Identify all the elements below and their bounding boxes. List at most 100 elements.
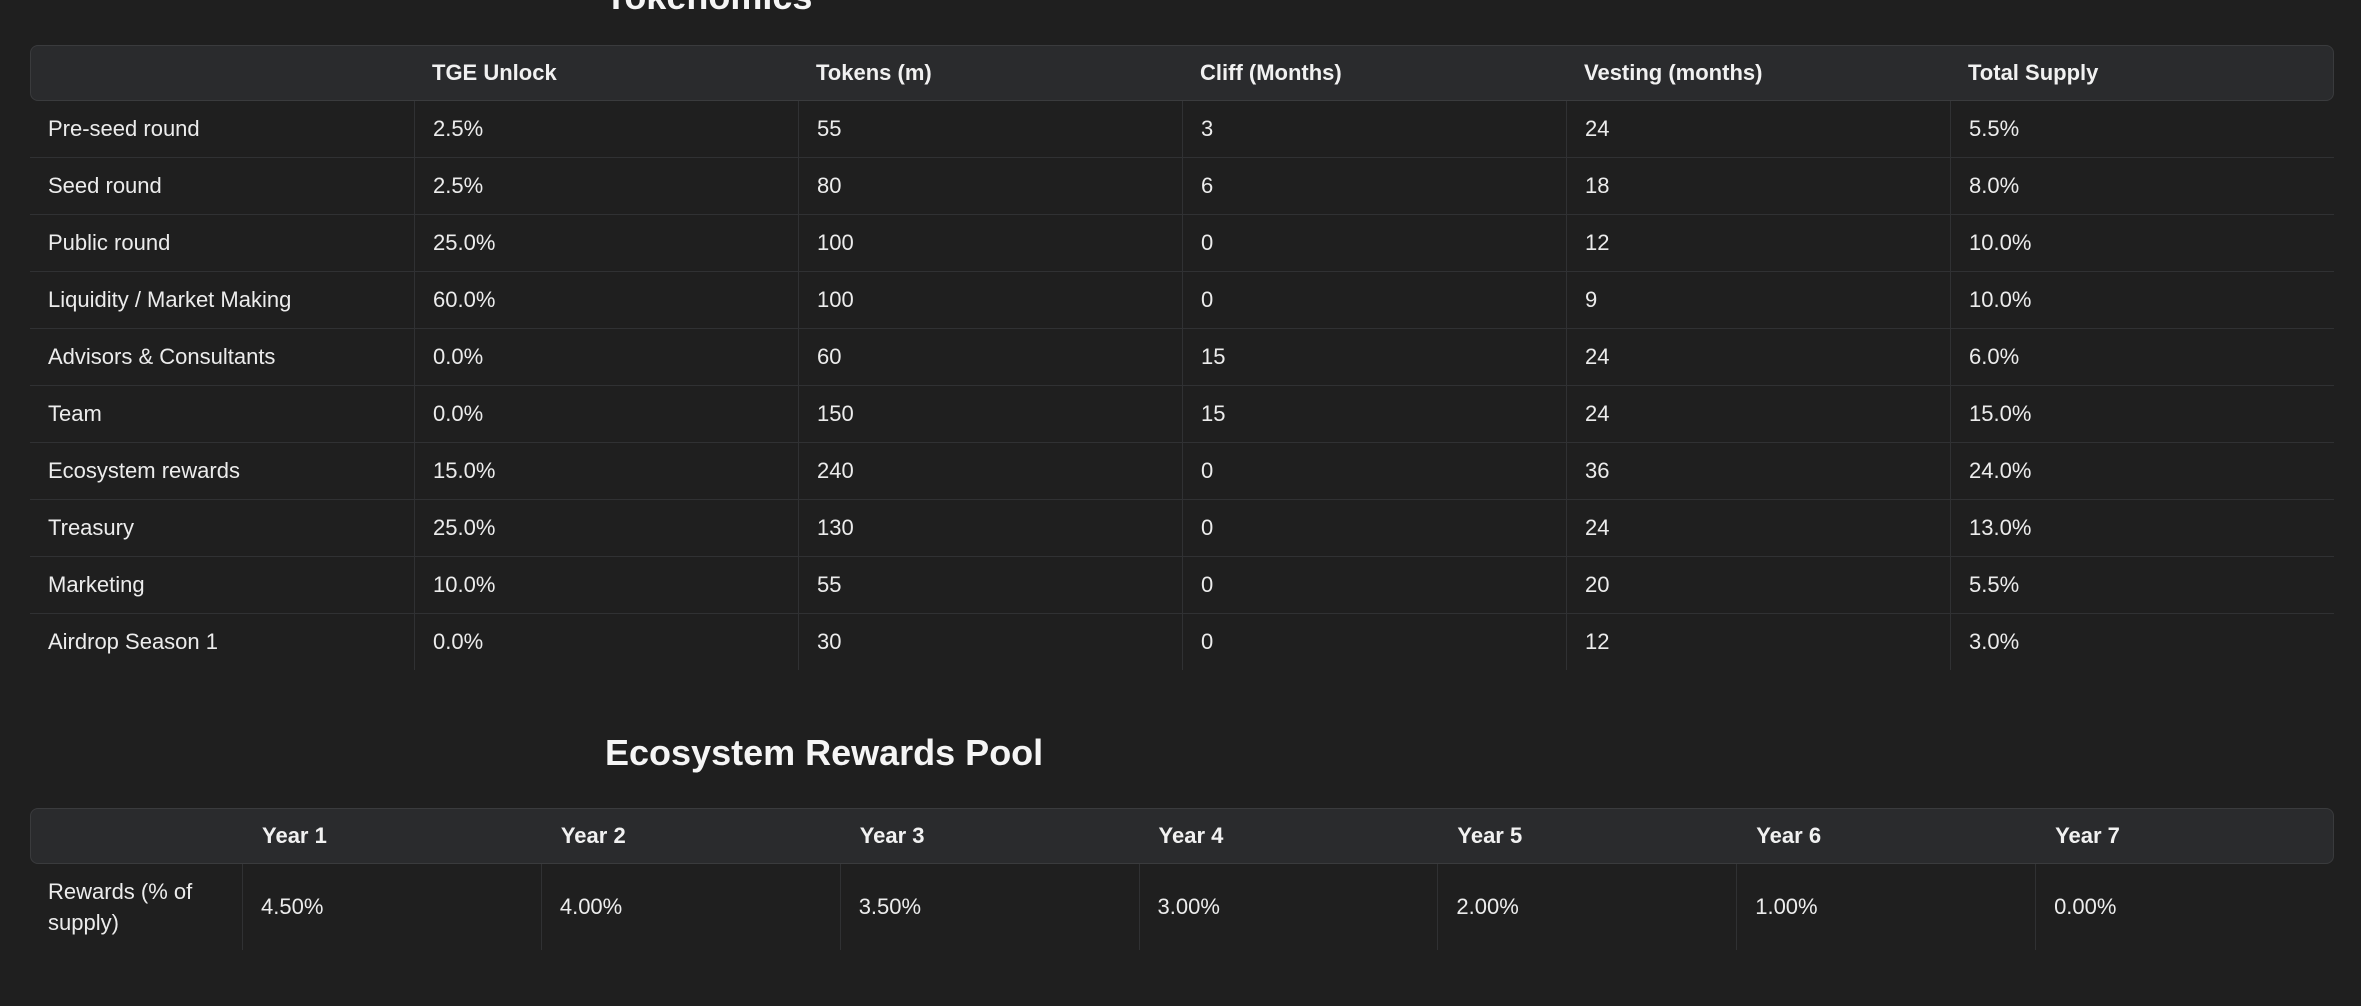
table-cell: 13.0% <box>1950 500 2334 557</box>
table-header-row: TGE Unlock Tokens (m) Cliff (Months) Ves… <box>30 45 2334 101</box>
column-header-year-3: Year 3 <box>839 808 1139 864</box>
table-cell: 2.00% <box>1437 864 1736 950</box>
table-cell: 3 <box>1182 101 1566 158</box>
table-cell: 15 <box>1182 329 1566 386</box>
table-cell: 24 <box>1566 329 1950 386</box>
row-label: Airdrop Season 1 <box>48 629 218 654</box>
table-cell: 5.5% <box>1950 101 2334 158</box>
page: Tokenomics TGE Unlock Tokens (m) Cliff (… <box>0 0 2361 1006</box>
column-header-year-1: Year 1 <box>242 808 541 864</box>
table-cell: 24 <box>1566 386 1950 443</box>
table-cell: 0 <box>1182 500 1566 557</box>
column-header-year-7: Year 7 <box>2035 808 2334 864</box>
table-cell: 8.0% <box>1950 158 2334 215</box>
row-label: Pre-seed round <box>30 101 414 158</box>
row-label: Public round <box>30 215 414 272</box>
table-cell: 0.00% <box>2035 864 2334 950</box>
ecosystem-rewards-table: Year 1 Year 2 Year 3 Year 4 Year 5 Year … <box>30 808 2334 950</box>
table-cell: 5.5% <box>1950 557 2334 614</box>
table-cell: 130 <box>798 500 1182 557</box>
column-header-tge-unlock: TGE Unlock <box>414 45 798 101</box>
table-cell: 24.0% <box>1950 443 2334 500</box>
table-cell: 2.5% <box>414 158 798 215</box>
column-header-year-5: Year 5 <box>1437 808 1737 864</box>
table-cell: 100 <box>798 272 1182 329</box>
table-row: Treasury 25.0% 130 0 24 13.0% <box>30 500 2334 557</box>
tokenomics-table: TGE Unlock Tokens (m) Cliff (Months) Ves… <box>30 45 2334 670</box>
table-cell: 60 <box>798 329 1182 386</box>
table-row: Pre-seed round 2.5% 55 3 24 5.5% <box>30 101 2334 158</box>
table-header-row: Year 1 Year 2 Year 3 Year 4 Year 5 Year … <box>30 808 2334 864</box>
tokenomics-title: Tokenomics <box>605 0 812 15</box>
table-cell: 100 <box>798 215 1182 272</box>
table-cell: 4.00% <box>540 864 840 950</box>
table-cell: 150 <box>798 386 1182 443</box>
column-header-year-6: Year 6 <box>1736 808 2036 864</box>
ecosystem-rewards-title: Ecosystem Rewards Pool <box>605 732 1044 773</box>
table-cell: 24 <box>1566 101 1950 158</box>
column-header-cliff: Cliff (Months) <box>1182 45 1566 101</box>
tokenomics-table-body: Pre-seed round 2.5% 55 3 24 5.5% Seed round 2.5… <box>30 101 2334 670</box>
table-cell: 18 <box>1566 158 1950 215</box>
table-cell: 30 <box>798 614 1182 670</box>
table-cell: 0 <box>1182 215 1566 272</box>
row-label: Rewards (% of supply) <box>48 879 193 935</box>
row-label: Seed round <box>30 158 414 215</box>
table-cell: 4.50% <box>242 864 541 950</box>
table-cell: 0.0% <box>414 614 798 670</box>
row-label: Team <box>30 386 414 443</box>
table-cell: 12 <box>1566 614 1950 670</box>
table-cell: 0.0% <box>414 329 798 386</box>
table-row: Rewards (% of supply) 4.50% 4.00% 3.50% 3.00… <box>30 864 2334 950</box>
column-header-year-4: Year 4 <box>1138 808 1438 864</box>
table-row: Ecosystem rewards 15.0% 240 0 36 24.0% <box>30 443 2334 500</box>
table-row: Marketing 10.0% 55 0 20 5.5% <box>30 557 2334 614</box>
table-cell: 0 <box>1182 443 1566 500</box>
table-cell: 55 <box>798 557 1182 614</box>
table-row: Airdrop Season 1 0.0% 30 0 12 3.0% <box>30 614 2334 670</box>
table-cell: 10.0% <box>414 557 798 614</box>
table-cell: 9 <box>1566 272 1950 329</box>
table-cell: 3.00% <box>1138 864 1438 950</box>
table-cell: 15.0% <box>414 443 798 500</box>
table-row: Advisors & Consultants 0.0% 60 15 24 6.0% <box>30 329 2334 386</box>
table-cell: 25.0% <box>414 215 798 272</box>
table-row: Team 0.0% 150 15 24 15.0% <box>30 386 2334 443</box>
table-cell: 1.00% <box>1736 864 2035 950</box>
table-cell: 15 <box>1182 386 1566 443</box>
column-header-tokens: Tokens (m) <box>798 45 1182 101</box>
table-cell: 3.50% <box>839 864 1139 950</box>
table-cell: 15.0% <box>1950 386 2334 443</box>
table-cell: 24 <box>1566 500 1950 557</box>
column-header-total-supply: Total Supply <box>1950 45 2334 101</box>
row-label: Advisors & Consultants <box>30 329 414 386</box>
table-cell: 80 <box>798 158 1182 215</box>
table-cell: 6.0% <box>1950 329 2334 386</box>
table-cell: 20 <box>1566 557 1950 614</box>
table-cell: 0 <box>1182 557 1566 614</box>
column-header-allocation <box>30 45 414 101</box>
table-cell: 0 <box>1182 614 1566 670</box>
table-cell: 0 <box>1182 272 1566 329</box>
table-row: Public round 25.0% 100 0 12 10.0% <box>30 215 2334 272</box>
table-cell: 10.0% <box>1950 215 2334 272</box>
table-cell: 6 <box>1182 158 1566 215</box>
row-label: Ecosystem rewards <box>30 443 414 500</box>
ecosystem-rewards-table-body: Rewards (% of supply) 4.50% 4.00% 3.50% 3.00… <box>30 864 2334 950</box>
table-cell: 25.0% <box>414 500 798 557</box>
column-header-year-2: Year 2 <box>540 808 840 864</box>
table-cell: 3.0% <box>1950 614 2334 670</box>
table-cell: 240 <box>798 443 1182 500</box>
column-header-metric <box>30 808 242 864</box>
table-cell: 12 <box>1566 215 1950 272</box>
table-cell: 0.0% <box>414 386 798 443</box>
row-label: Marketing <box>30 557 414 614</box>
column-header-vesting: Vesting (months) <box>1566 45 1950 101</box>
table-cell: 36 <box>1566 443 1950 500</box>
table-cell: 60.0% <box>414 272 798 329</box>
row-label: Liquidity / Market Making <box>30 272 414 329</box>
row-label: Treasury <box>30 500 414 557</box>
table-cell: 55 <box>798 101 1182 158</box>
table-row: Seed round 2.5% 80 6 18 8.0% <box>30 158 2334 215</box>
table-cell: 10.0% <box>1950 272 2334 329</box>
